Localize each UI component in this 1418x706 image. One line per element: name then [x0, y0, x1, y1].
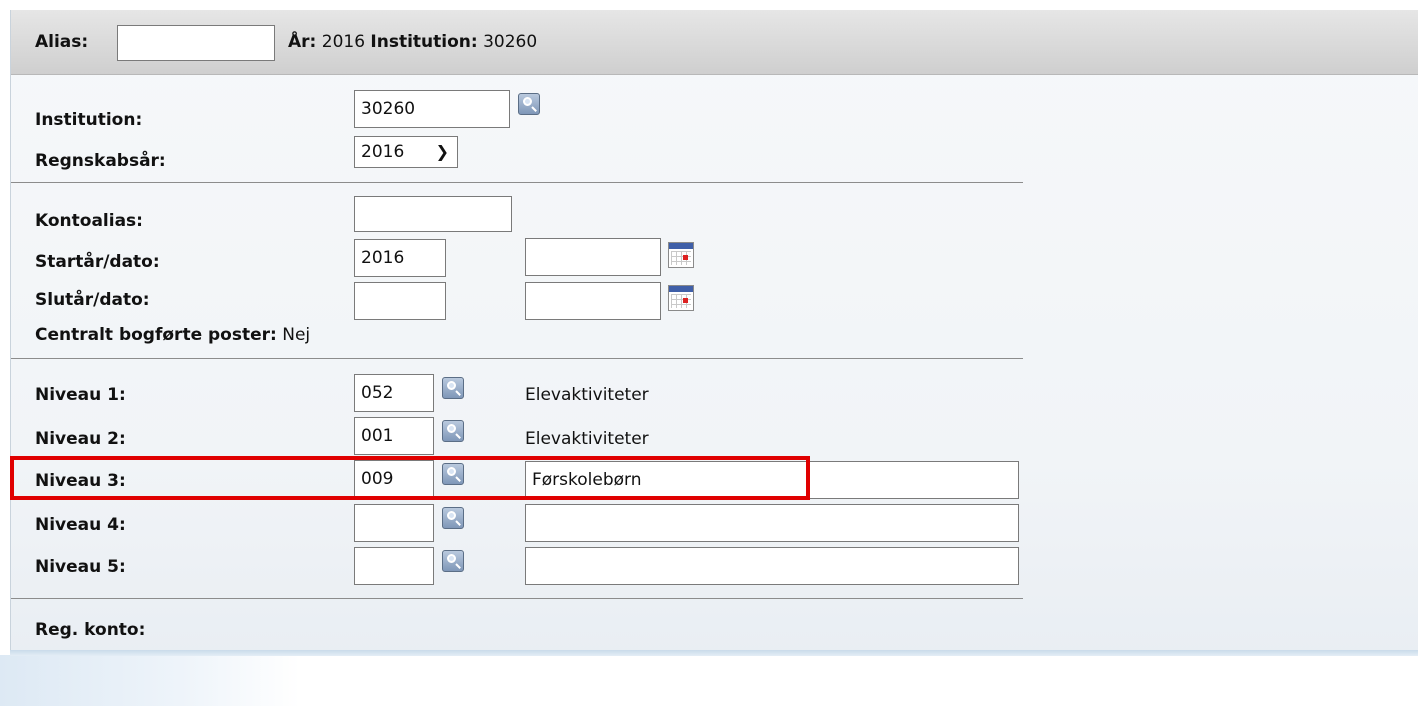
level-5-label: Niveau 5:	[35, 557, 126, 577]
background-fade	[0, 655, 300, 706]
end-date-input[interactable]	[525, 282, 661, 320]
level-4-name-input[interactable]	[525, 504, 1019, 542]
start-calendar-icon[interactable]	[668, 242, 694, 268]
level-2-label: Niveau 2:	[35, 429, 126, 449]
level-1-code-input[interactable]: 052	[354, 374, 434, 412]
start-year-input[interactable]: 2016	[354, 239, 446, 277]
account-alias-label: Kontoalias:	[35, 211, 143, 231]
level-5-name-input[interactable]	[525, 547, 1019, 585]
level-5-search-icon[interactable]	[442, 550, 464, 572]
header-institution-value: 30260	[483, 32, 538, 52]
end-year-input[interactable]	[354, 282, 446, 320]
central-row: Centralt bogførte poster: Nej	[35, 325, 310, 345]
reg-account-label: Reg. konto:	[35, 620, 146, 640]
chevron-down-icon: ❯	[435, 142, 449, 161]
end-label: Slutår/dato:	[35, 290, 150, 310]
panel-bottom-border	[10, 650, 1418, 656]
central-label: Centralt bogførte poster:	[35, 325, 277, 345]
section-divider	[11, 182, 1023, 183]
year-label: År:	[288, 32, 317, 52]
form-panel: Alias: År: 2016 Institution: 30260 Insti…	[10, 10, 1418, 655]
header-bar: Alias: År: 2016 Institution: 30260	[11, 10, 1418, 75]
level-5-code-input[interactable]	[354, 547, 434, 585]
end-calendar-icon[interactable]	[668, 285, 694, 311]
start-date-input[interactable]	[525, 238, 661, 276]
alias-input[interactable]	[117, 25, 275, 61]
section-divider	[11, 598, 1023, 599]
institution-search-icon[interactable]	[518, 93, 540, 115]
level-2-name: Elevaktiviteter	[525, 429, 649, 449]
fiscal-year-select[interactable]: 2016 ❯	[354, 136, 458, 168]
institution-label: Institution:	[35, 110, 143, 130]
level-1-search-icon[interactable]	[442, 377, 464, 399]
fiscal-year-selected: 2016	[361, 142, 405, 162]
account-alias-input[interactable]	[354, 196, 512, 232]
level-1-label: Niveau 1:	[35, 385, 126, 405]
level-4-label: Niveau 4:	[35, 515, 126, 535]
start-label: Startår/dato:	[35, 252, 160, 272]
level-4-search-icon[interactable]	[442, 507, 464, 529]
year-value: 2016	[321, 32, 366, 52]
central-value: Nej	[282, 325, 311, 345]
header-year: År: 2016 Institution: 30260	[288, 32, 537, 52]
level-2-search-icon[interactable]	[442, 420, 464, 442]
highlight-box	[10, 456, 810, 500]
fiscal-year-label: Regnskabsår:	[35, 151, 166, 171]
level-4-code-input[interactable]	[354, 504, 434, 542]
institution-input[interactable]: 30260	[354, 90, 510, 128]
section-divider	[11, 358, 1023, 359]
level-2-code-input[interactable]: 001	[354, 417, 434, 455]
level-1-name: Elevaktiviteter	[525, 385, 649, 405]
header-institution-label: Institution:	[370, 32, 478, 52]
alias-label: Alias:	[35, 32, 89, 52]
